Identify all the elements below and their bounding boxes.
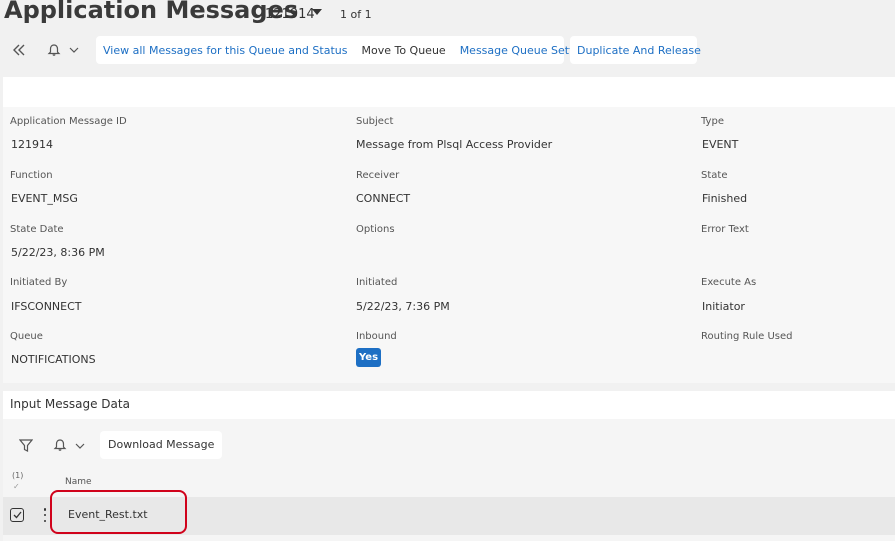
input-message-data-title: Input Message Data [10,397,130,411]
field-value-type: EVENT [699,133,889,157]
field-label-queue: Queue [10,331,43,342]
field-label-receiver: Receiver [356,170,400,181]
bell-icon[interactable] [44,40,64,60]
download-message-button[interactable]: Download Message [100,431,223,459]
duplicate-and-release-button[interactable]: Duplicate And Release [570,44,708,57]
field-value-execute-as: Initiator [699,295,889,319]
caret-down-icon[interactable] [312,9,322,15]
record-count: 1 of 1 [340,8,372,21]
field-label-options: Options [356,224,395,235]
field-value-initiated: 5/22/23, 7:36 PM [353,295,691,319]
field-value-state-date: 5/22/23, 8:36 PM [8,241,346,265]
toolbar-command-group: View all Messages for this Queue and Sta… [96,36,596,64]
field-value-queue: NOTIFICATIONS [8,348,346,372]
field-label-error-text: Error Text [701,224,749,235]
title-bar: Application Messages 121914 1 of 1 [0,0,895,30]
filter-icon[interactable] [16,436,36,454]
field-label-message-id: Application Message ID [10,116,127,127]
field-value-message-id: 121914 [8,133,346,157]
duplicate-group: Duplicate And Release [570,36,701,64]
chevron-down-icon[interactable] [66,42,82,58]
record-id-selector[interactable]: 121914 [265,7,315,22]
double-chevron-left-icon[interactable] [9,40,29,60]
field-label-state-date: State Date [10,224,64,235]
field-value-error-text [699,241,889,265]
field-label-routing-rule: Routing Rule Used [701,331,793,342]
chevron-down-icon[interactable] [72,438,88,454]
field-value-function: EVENT_MSG [8,187,346,211]
column-header-name[interactable]: Name [65,477,92,487]
row-checkbox[interactable] [10,508,24,522]
detail-card-header [3,77,895,107]
move-to-queue-button[interactable]: Move To Queue [354,44,452,57]
select-all-check[interactable]: ✓ [13,482,20,491]
field-label-initiated: Initiated [356,277,398,288]
highlight-annotation [50,490,187,534]
field-value-subject: Message from Plsql Access Provider [353,133,691,157]
field-label-execute-as: Execute As [701,277,757,288]
page-title: Application Messages [4,0,299,24]
field-value-initiated-by: IFSCONNECT [8,295,346,319]
view-all-messages-button[interactable]: View all Messages for this Queue and Sta… [96,44,354,57]
field-label-state: State [701,170,728,181]
field-label-initiated-by: Initiated By [10,277,68,288]
field-value-options [353,241,691,265]
selected-count: (1) [12,471,24,480]
field-label-subject: Subject [356,116,394,127]
more-vertical-icon[interactable] [43,508,47,522]
bell-icon[interactable] [51,436,69,454]
field-value-state: Finished [699,187,889,211]
field-label-function: Function [10,170,53,181]
field-label-type: Type [701,116,724,127]
field-label-inbound: Inbound [356,331,397,342]
field-value-receiver: CONNECT [353,187,691,211]
inbound-yes-badge: Yes [356,348,381,367]
